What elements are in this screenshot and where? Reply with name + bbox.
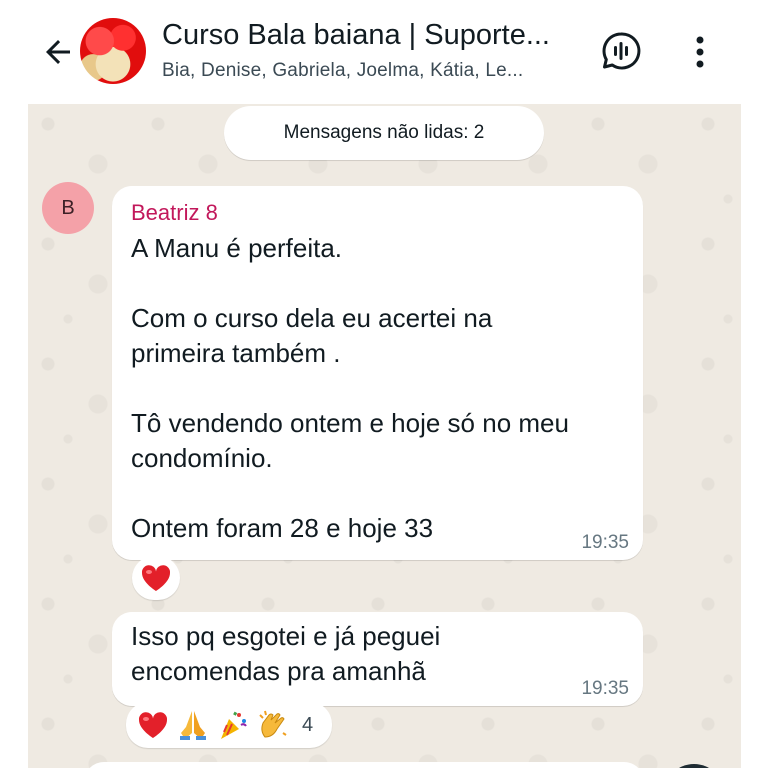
group-title[interactable]: Curso Bala baiana | Suporte... xyxy=(162,19,582,52)
microphone-button[interactable] xyxy=(664,764,724,768)
chat-area[interactable]: Mensagens não lidas: 2 B Beatriz 8 A Man… xyxy=(28,104,741,768)
folded-hands-icon xyxy=(176,708,210,742)
sender-name[interactable]: Beatriz 8 xyxy=(131,200,218,226)
more-options-icon[interactable] xyxy=(680,30,720,74)
group-avatar[interactable] xyxy=(80,18,146,84)
clapping-hands-icon xyxy=(256,708,290,742)
message-time: 19:35 xyxy=(581,678,629,699)
heart-icon xyxy=(136,708,170,742)
message-reactions[interactable]: 4 xyxy=(126,702,332,748)
message-bubble[interactable]: Isso pq esgotei e já peguei encomendas p… xyxy=(112,612,643,706)
message-text: A Manu é perfeita. Com o curso dela eu a… xyxy=(131,233,569,543)
sender-avatar[interactable]: B xyxy=(42,182,94,234)
back-arrow-icon[interactable] xyxy=(36,30,80,74)
voice-chat-icon[interactable] xyxy=(598,28,644,74)
message-reactions[interactable] xyxy=(132,556,180,600)
chat-header: Curso Bala baiana | Suporte... Bia, Deni… xyxy=(0,0,768,104)
reaction-count: 4 xyxy=(302,713,314,736)
group-members[interactable]: Bia, Denise, Gabriela, Joelma, Kátia, Le… xyxy=(162,60,582,82)
party-popper-icon xyxy=(216,708,250,742)
heart-icon xyxy=(139,561,173,595)
message-input[interactable] xyxy=(84,762,644,768)
unread-messages-divider: Mensagens não lidas: 2 xyxy=(224,106,544,160)
message-time: 19:35 xyxy=(581,532,629,553)
message-bubble[interactable]: Beatriz 8 A Manu é perfeita. Com o curso… xyxy=(112,186,643,560)
message-text: Isso pq esgotei e já peguei encomendas p… xyxy=(131,621,448,686)
